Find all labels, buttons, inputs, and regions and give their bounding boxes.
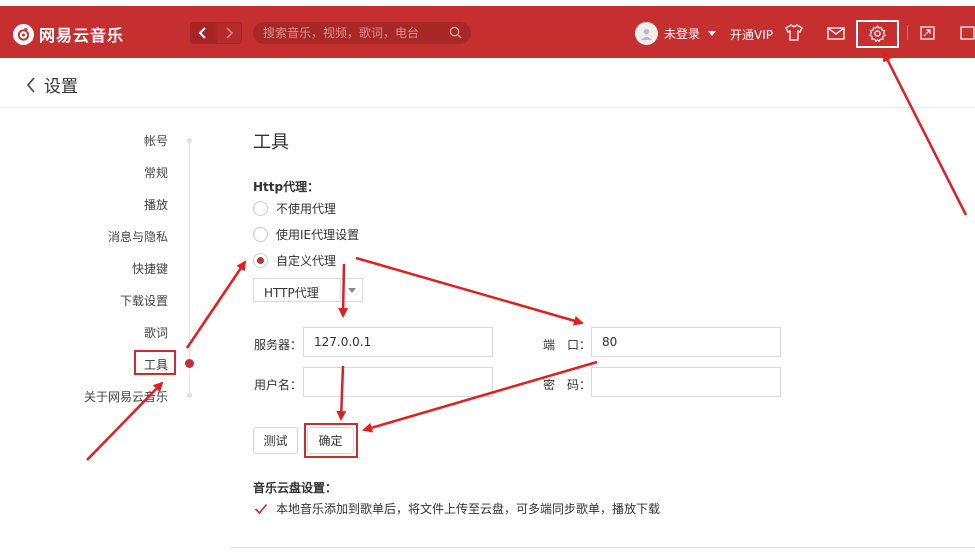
sidebar-dot — [187, 393, 192, 398]
radio-button[interactable] — [253, 201, 268, 216]
radio-no-proxy[interactable]: 不使用代理 — [253, 200, 336, 217]
radio-label: 不使用代理 — [276, 202, 337, 216]
radio-button-selected[interactable] — [253, 253, 268, 268]
sidebar-item-account[interactable]: 帐号 — [0, 132, 168, 149]
proxy-type-value: HTTP代理 — [264, 286, 319, 300]
proxy-label: Http代理： — [253, 180, 320, 194]
username-input[interactable] — [303, 367, 493, 397]
proxy-type-select[interactable]: HTTP代理 — [253, 278, 363, 302]
username-label: 用户名： — [254, 378, 303, 392]
password-label: 密 码： — [543, 378, 592, 392]
toolbar-divider — [907, 25, 908, 40]
cloud-settings-label: 音乐云盘设置： — [253, 481, 338, 495]
history-nav — [190, 22, 242, 44]
mail-icon[interactable] — [827, 27, 845, 40]
sidebar-active-dot — [185, 359, 194, 368]
section-title: 工具 — [253, 132, 289, 153]
sidebar-item-about[interactable]: 关于网易云音乐 — [0, 388, 168, 405]
sidebar-dot — [187, 138, 192, 143]
tools-highlight-box — [134, 350, 176, 375]
netease-music-logo-icon — [13, 23, 34, 45]
radio-custom-proxy[interactable]: 自定义代理 — [253, 252, 336, 269]
arrow-to-port — [355, 256, 584, 326]
user-menu[interactable]: 未登录 — [635, 22, 717, 45]
chevron-left-icon — [198, 27, 206, 39]
confirm-highlight-box — [304, 423, 358, 458]
avatar[interactable] — [635, 22, 658, 45]
cloud-upload-option[interactable]: 本地音乐添加到歌单后，将文件上传至云盘，可多端同步歌单，播放下载 — [253, 500, 660, 517]
radio-button[interactable] — [253, 227, 268, 242]
port-label: 端 口： — [543, 338, 592, 352]
page-header: 设置 — [0, 58, 975, 108]
user-icon — [640, 28, 653, 41]
server-input[interactable] — [303, 327, 493, 357]
test-button[interactable]: 测试 — [253, 427, 298, 454]
server-label: 服务器： — [254, 338, 303, 352]
port-input[interactable] — [591, 327, 781, 357]
page-back-button[interactable]: 设置 — [26, 72, 78, 97]
top-border — [0, 0, 975, 6]
search-icon[interactable] — [449, 26, 462, 39]
chevron-left-icon — [26, 76, 35, 93]
app-name: 网易云音乐 — [39, 26, 125, 45]
sidebar-timeline — [189, 140, 190, 395]
checkmark-icon — [254, 503, 267, 514]
mini-mode-icon[interactable] — [920, 26, 935, 40]
radio-label: 自定义代理 — [276, 254, 337, 268]
sidebar-item-general[interactable]: 常规 — [0, 164, 168, 181]
search-input[interactable] — [263, 22, 443, 44]
vip-link[interactable]: 开通VIP — [730, 26, 773, 43]
checkbox[interactable] — [253, 501, 268, 516]
page-title: 设置 — [44, 77, 78, 97]
arrow-to-custom-proxy — [185, 260, 247, 349]
sidebar-item-shortcuts[interactable]: 快捷键 — [0, 260, 168, 277]
radio-dot — [257, 257, 264, 264]
window-icon[interactable] — [960, 26, 975, 40]
chevron-right-icon — [226, 27, 234, 39]
cloud-upload-label: 本地音乐添加到歌单后，将文件上传至云盘，可多端同步歌单，播放下载 — [276, 502, 661, 516]
sidebar-item-lyrics[interactable]: 歌词 — [0, 324, 168, 341]
sidebar-item-playback[interactable]: 播放 — [0, 196, 168, 213]
sidebar-item-download[interactable]: 下载设置 — [0, 292, 168, 309]
divider — [230, 547, 975, 548]
radio-ie-proxy[interactable]: 使用IE代理设置 — [253, 226, 359, 243]
sidebar-item-privacy[interactable]: 消息与隐私 — [0, 228, 168, 245]
gear-highlight-box — [856, 20, 899, 48]
back-button[interactable] — [190, 22, 216, 44]
login-status[interactable]: 未登录 — [664, 25, 700, 42]
shirt-icon[interactable] — [785, 24, 803, 41]
radio-label: 使用IE代理设置 — [276, 228, 360, 242]
forward-button[interactable] — [216, 22, 242, 44]
search-box — [253, 22, 471, 44]
password-input[interactable] — [591, 367, 781, 397]
app-logo[interactable]: 网易云音乐 — [13, 22, 124, 46]
chevron-down-icon[interactable] — [708, 31, 717, 36]
chevron-down-icon[interactable] — [340, 279, 362, 301]
